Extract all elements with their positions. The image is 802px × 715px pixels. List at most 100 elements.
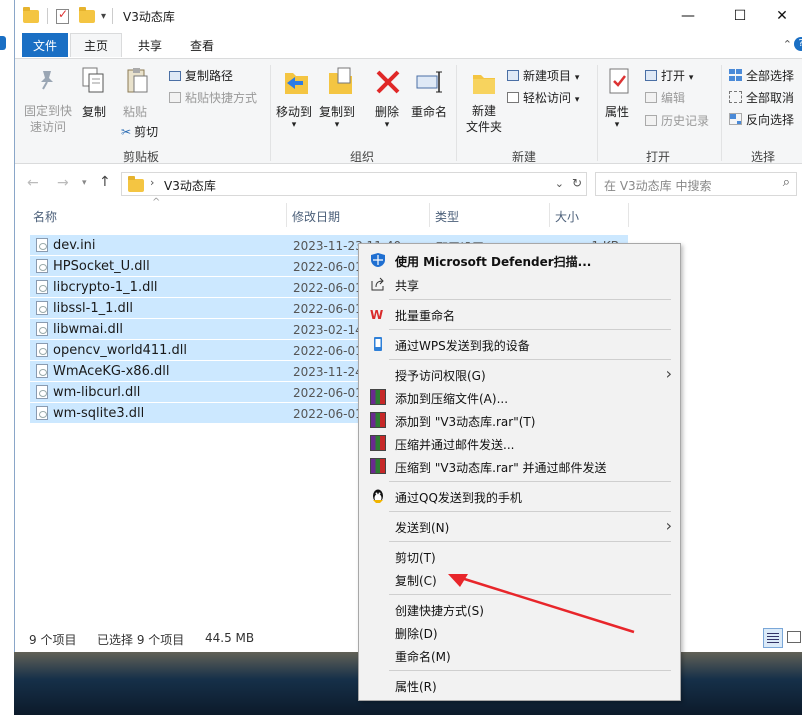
new-folder-icon[interactable] [79,6,95,23]
shield-icon [370,252,386,268]
column-size[interactable]: 大小 [555,208,579,225]
delete-button[interactable]: 删除 ▾ [375,103,399,130]
menu-item-qq-send[interactable]: 通过QQ发送到我的手机 [359,485,680,507]
close-button[interactable]: ✕ [759,0,802,32]
divider [429,203,430,227]
menu-item-rename[interactable]: 重命名(M) [359,644,680,666]
menu-item-add-archive[interactable]: 添加到压缩文件(A)... [359,386,680,408]
move-to-button[interactable]: 移动到 ▾ [276,103,312,130]
properties-icon[interactable] [56,7,69,24]
wps-icon: W [370,306,386,322]
pin-quick-access-button[interactable]: 固定到快 速访问 [24,103,72,135]
back-arrow-icon[interactable]: ← [27,175,39,191]
address-dropdown-icon[interactable]: ⌄ [555,177,564,190]
cut-button[interactable]: ✂ 剪切 [121,123,158,140]
tab-file[interactable]: 文件 [22,33,68,57]
address-bar[interactable]: › V3动态库 ⌄ ↻ [121,172,587,196]
column-name[interactable]: 名称 [33,208,57,225]
history-button[interactable]: 历史记录 [645,112,709,129]
delete-icon [375,69,401,95]
menu-label: 重命名(M) [395,650,451,664]
clipboard-group-label: 剪贴板 [123,150,160,164]
menu-item-grant-access[interactable]: 授予访问权限(G) › [359,363,680,385]
search-input[interactable]: 在 V3动态库 中搜索 ⌕ [595,172,797,196]
copy-to-button[interactable]: 复制到 ▾ [319,103,355,130]
menu-item-batch-rename[interactable]: W 批量重命名 [359,303,680,325]
up-arrow-icon[interactable]: ↑ [99,174,111,190]
select-all-button[interactable]: 全部选择 [729,67,794,84]
column-date[interactable]: 修改日期 [292,208,340,225]
breadcrumb-current[interactable]: V3动态库 [164,177,216,194]
ribbon-tabs: 文件 主页 共享 查看 ⌃ ? [15,32,802,58]
properties-button[interactable]: 属性 ▾ [605,103,629,130]
file-date: 2022-06-01 [293,302,363,316]
large-icons-view-button[interactable] [787,631,801,643]
invert-selection-button[interactable]: 反向选择 [729,111,794,128]
menu-item-properties[interactable]: 属性(R) [359,674,680,696]
search-icon[interactable]: ⌕ [783,175,790,190]
invert-selection-label: 反向选择 [746,113,795,127]
menu-item-cut[interactable]: 剪切(T) [359,545,680,567]
tab-home[interactable]: 主页 [70,33,122,57]
file-name: dev.ini [53,238,96,253]
file-name: opencv_world411.dll [53,343,187,358]
winrar-icon [370,458,386,474]
tab-share[interactable]: 共享 [127,33,173,57]
forward-arrow-icon[interactable]: → [57,175,69,191]
menu-label: 压缩到 "V3动态库.rar" 并通过邮件发送 [395,461,607,475]
menu-item-compress-rar-email[interactable]: 压缩到 "V3动态库.rar" 并通过邮件发送 [359,455,680,477]
new-folder-label-1: 新建 [471,104,496,118]
menu-item-compress-email[interactable]: 压缩并通过邮件发送... [359,432,680,454]
menu-label: 使用 Microsoft Defender扫描... [395,255,592,269]
ribbon: 固定到快 速访问 复制 粘贴 复制路径 粘贴快捷方式 ✂ 剪切 剪贴板 移动到 ▾ … [15,58,802,164]
expand-ribbon-icon[interactable]: ⌃ [783,38,792,51]
select-none-button[interactable]: 全部取消 [729,89,794,106]
select-group-label: 选择 [751,150,776,164]
dll-file-icon [36,280,48,294]
divider [286,203,287,227]
customize-toolbar-icon[interactable]: ▾ [101,11,106,22]
copy-path-button[interactable]: 复制路径 [169,67,233,84]
paste-shortcut-button[interactable]: 粘贴快捷方式 [169,89,257,106]
maximize-button[interactable]: ☐ [717,0,763,32]
new-item-button[interactable]: 新建项目 ▾ [507,67,579,84]
paste-button[interactable]: 粘贴 [123,103,147,120]
winrar-icon [370,389,386,405]
file-date: 2022-06-01 [293,260,363,274]
menu-item-share[interactable]: 共享 [359,273,680,295]
rename-button[interactable]: 重命名 [411,103,447,120]
menu-label: 共享 [395,279,420,293]
menu-item-send-to[interactable]: 发送到(N) › [359,515,680,537]
menu-item-defender-scan[interactable]: 使用 Microsoft Defender扫描... [359,249,680,271]
copy-button[interactable]: 复制 [82,103,106,120]
open-button[interactable]: 打开 ▾ [645,67,693,84]
new-folder-label-2: 文件夹 [465,120,502,134]
file-name: WmAceKG-x86.dll [53,364,170,379]
column-type[interactable]: 类型 [435,208,459,225]
breadcrumb-chevron-icon[interactable]: › [150,176,154,189]
refresh-icon[interactable]: ↻ [572,176,582,190]
scissors-icon: ✂ [121,125,132,139]
minimize-button[interactable]: — [665,0,711,32]
menu-label: 复制(C) [395,574,437,588]
new-item-icon [507,70,519,81]
help-icon[interactable]: ? [794,37,802,51]
menu-item-add-rar[interactable]: 添加到 "V3动态库.rar"(T) [359,409,680,431]
move-to-label: 移动到 [276,105,313,119]
file-name: libcrypto-1_1.dll [53,280,158,295]
edit-label: 编辑 [661,91,686,105]
new-folder-button[interactable]: 新建 文件夹 [464,103,504,135]
divider [389,481,671,482]
folder-icon [128,176,144,192]
dll-file-icon [36,406,48,420]
edit-button[interactable]: 编辑 [645,89,685,106]
selected-size: 44.5 MB [205,631,255,645]
easy-access-button[interactable]: 轻松访问 ▾ [507,89,579,106]
edit-icon [645,92,657,103]
menu-item-wps-send[interactable]: 通过WPS发送到我的设备 [359,333,680,355]
details-view-button[interactable] [763,628,783,648]
recent-locations-icon[interactable]: ▾ [82,178,87,188]
tab-view[interactable]: 查看 [179,33,225,57]
copy-path-icon [169,71,181,81]
pin-label-1: 固定到快 [24,104,73,118]
